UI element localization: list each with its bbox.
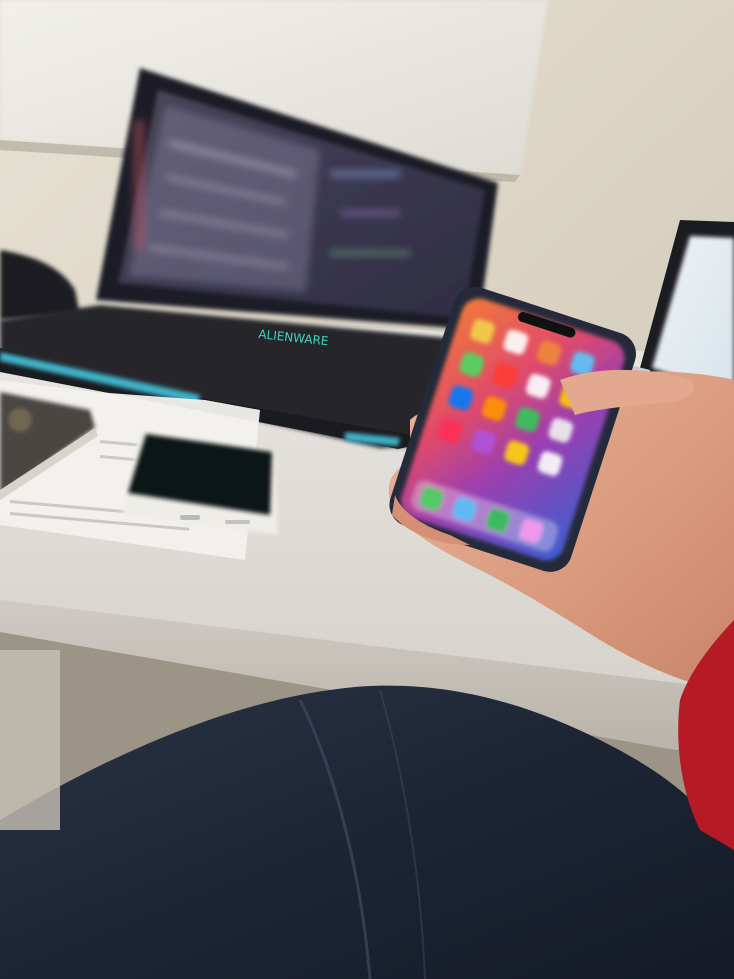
photo-canvas: ALIENWARE <box>0 0 734 979</box>
passport-emblem <box>8 408 32 432</box>
photo-scene: ALIENWARE <box>0 0 734 979</box>
cabinet <box>0 650 60 830</box>
